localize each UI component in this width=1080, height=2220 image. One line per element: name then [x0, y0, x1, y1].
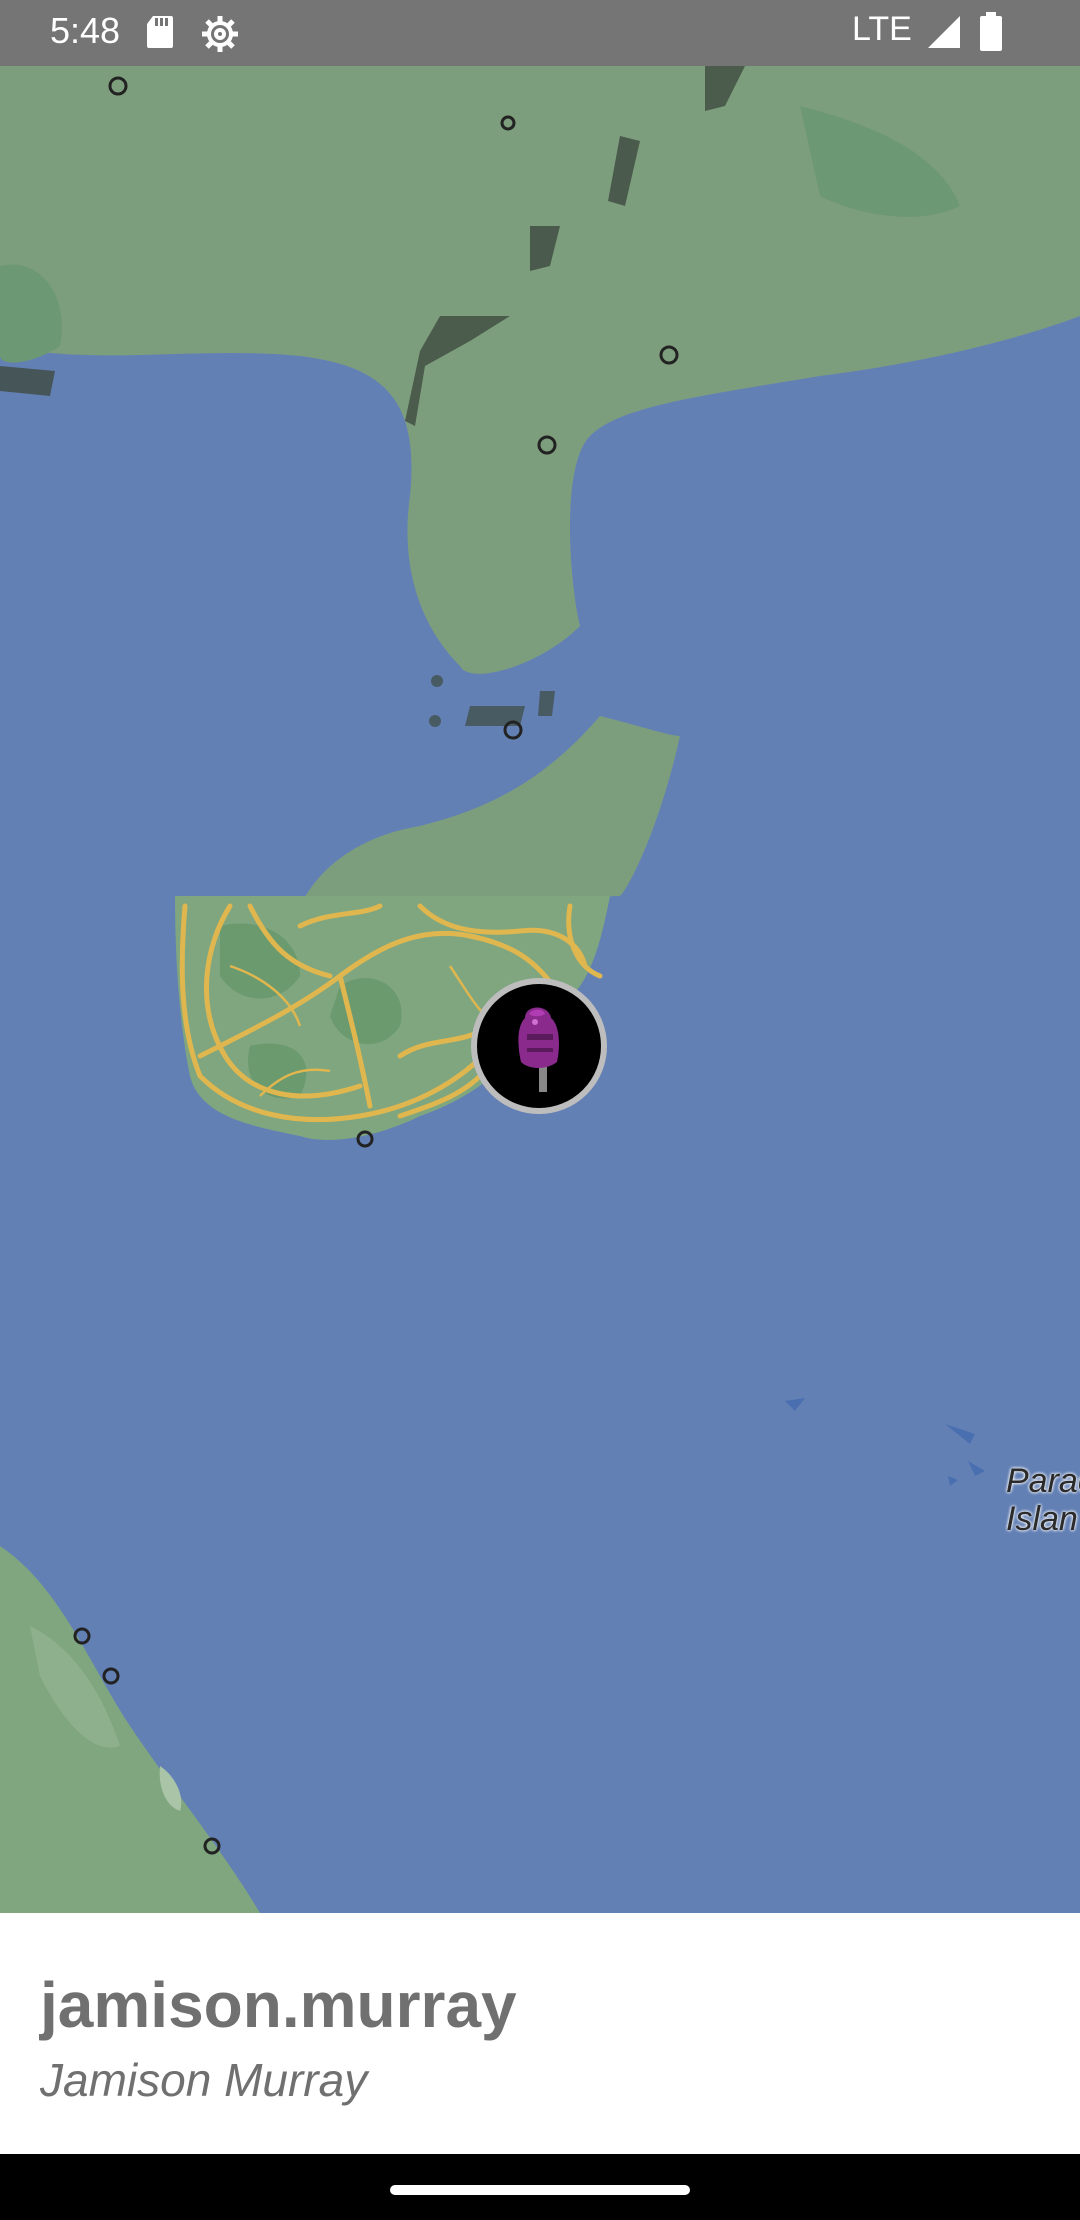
map-view[interactable]: Parac Islan — [0, 66, 1080, 1913]
status-time: 5:48 — [50, 10, 121, 51]
user-avatar-icon — [518, 1007, 559, 1092]
user-location-marker[interactable] — [471, 978, 607, 1114]
user-info-panel[interactable]: jamison.murray Jamison Murray — [0, 1913, 1080, 2154]
home-gesture-handle[interactable] — [390, 2185, 690, 2195]
sd-card-icon — [145, 14, 175, 55]
status-bar: 5:48 LTE — [0, 0, 1080, 66]
signal-icon — [926, 14, 962, 55]
network-type: LTE — [852, 10, 912, 48]
place-label: Parac Islan — [1006, 1462, 1080, 1538]
full-name: Jamison Murray — [40, 2054, 368, 2106]
navigation-bar — [0, 2154, 1080, 2220]
username: jamison.murray — [40, 1969, 517, 2041]
battery-icon — [978, 12, 1004, 57]
settings-icon — [200, 14, 240, 59]
